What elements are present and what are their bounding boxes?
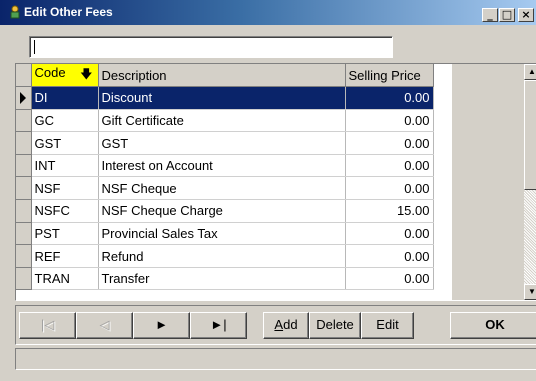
cell-selling-price[interactable]: 0.00 — [345, 131, 434, 155]
maximize-button[interactable]: □ — [499, 8, 515, 22]
table-row[interactable]: TRAN Transfer 0.00 — [16, 267, 434, 291]
row-indicator[interactable] — [16, 86, 32, 110]
cell-selling-price[interactable]: 0.00 — [345, 222, 434, 246]
row-indicator[interactable] — [16, 222, 32, 246]
row-indicator[interactable] — [16, 244, 32, 268]
table-row[interactable]: NSFC NSF Cheque Charge 15.00 — [16, 199, 434, 223]
column-header-description[interactable]: Description — [98, 64, 346, 88]
table-row[interactable]: DI Discount 0.00 — [16, 86, 434, 110]
cell-selling-price[interactable]: 0.00 — [345, 244, 434, 268]
cell-selling-price[interactable]: 0.00 — [345, 86, 434, 110]
row-indicator[interactable] — [16, 154, 32, 178]
table-row[interactable]: REF Refund 0.00 — [16, 244, 434, 268]
app-icon — [10, 5, 20, 19]
edit-button[interactable]: Edit — [361, 312, 414, 339]
cell-description[interactable]: Transfer — [98, 267, 346, 291]
cell-description[interactable]: GST — [98, 131, 346, 155]
row-indicator-header — [16, 64, 32, 88]
table-row[interactable]: GST GST 0.00 — [16, 131, 434, 155]
next-record-button[interactable]: ► — [133, 312, 190, 339]
last-record-button[interactable]: ►| — [190, 312, 247, 339]
add-button[interactable]: Add — [263, 312, 309, 339]
table-header-row: Code 🡇 Description Selling Price — [16, 64, 434, 88]
cell-description[interactable]: NSF Cheque Charge — [98, 199, 346, 223]
column-header-code-label: Code — [34, 64, 66, 80]
scroll-down-arrow-icon[interactable]: ▼ — [524, 284, 536, 300]
status-bar — [15, 348, 536, 370]
scroll-up-arrow-icon[interactable]: ▲ — [524, 64, 536, 80]
search-input[interactable] — [29, 36, 393, 58]
previous-record-button[interactable]: ◁ — [76, 312, 133, 339]
cell-code[interactable]: DI — [31, 86, 99, 110]
minimize-button[interactable]: _ — [482, 8, 498, 22]
text-caret — [34, 40, 35, 54]
cell-selling-price[interactable]: 0.00 — [345, 109, 434, 133]
cell-code[interactable]: INT — [31, 154, 99, 178]
add-mnemonic: A — [274, 317, 284, 332]
next-record-icon: ► — [155, 317, 168, 332]
cell-description[interactable]: Discount — [98, 86, 346, 110]
cell-code[interactable]: NSFC — [31, 199, 99, 223]
column-header-code[interactable]: Code 🡇 — [31, 64, 99, 88]
fees-grid[interactable]: Code 🡇 Description Selling Price DI Disco… — [15, 63, 536, 301]
window-title: Edit Other Fees — [24, 5, 113, 19]
last-record-icon: ►| — [210, 317, 227, 332]
cell-description[interactable]: Refund — [98, 244, 346, 268]
row-indicator[interactable] — [16, 109, 32, 133]
cell-code[interactable]: GST — [31, 131, 99, 155]
scroll-thumb[interactable] — [524, 80, 536, 190]
row-indicator[interactable] — [16, 176, 32, 201]
current-row-arrow-icon — [20, 92, 26, 105]
title-bar: Edit Other Fees _ □ × — [0, 0, 536, 25]
first-record-icon: |◁ — [40, 317, 55, 332]
add-label-rest: dd — [283, 317, 298, 332]
sort-down-arrow-icon: 🡇 — [80, 66, 93, 81]
cell-description[interactable]: Interest on Account — [98, 154, 346, 178]
row-indicator[interactable] — [16, 131, 32, 155]
cell-description[interactable]: NSF Cheque — [98, 176, 346, 201]
previous-record-icon: ◁ — [99, 317, 110, 332]
cell-selling-price[interactable]: 0.00 — [345, 176, 434, 201]
table-row[interactable]: NSF NSF Cheque 0.00 — [16, 176, 434, 201]
table-row[interactable]: PST Provincial Sales Tax 0.00 — [16, 222, 434, 246]
cell-code[interactable]: TRAN — [31, 267, 99, 291]
row-indicator[interactable] — [16, 267, 32, 291]
delete-button[interactable]: Delete — [309, 312, 361, 339]
table-row[interactable]: GC Gift Certificate 0.00 — [16, 109, 434, 133]
grid-empty-area — [452, 64, 524, 300]
cell-selling-price[interactable]: 15.00 — [345, 199, 434, 223]
fees-table: Code 🡇 Description Selling Price DI Disco… — [16, 64, 434, 291]
cell-selling-price[interactable]: 0.00 — [345, 154, 434, 178]
row-indicator[interactable] — [16, 199, 32, 223]
cell-description[interactable]: Gift Certificate — [98, 109, 346, 133]
cell-code[interactable]: REF — [31, 244, 99, 268]
first-record-button[interactable]: |◁ — [19, 312, 76, 339]
ok-button[interactable]: OK — [450, 312, 536, 339]
cell-selling-price[interactable]: 0.00 — [345, 267, 434, 291]
close-button[interactable]: × — [518, 8, 534, 22]
cell-code[interactable]: NSF — [31, 176, 99, 201]
cell-code[interactable]: GC — [31, 109, 99, 133]
table-row[interactable]: INT Interest on Account 0.00 — [16, 154, 434, 178]
vertical-scrollbar[interactable]: ▲ ▼ — [524, 64, 536, 300]
column-header-selling-price[interactable]: Selling Price — [345, 64, 434, 88]
navigation-bar: |◁ ◁ ► ►| Add Delete Edit OK — [15, 305, 536, 345]
cell-code[interactable]: PST — [31, 222, 99, 246]
cell-description[interactable]: Provincial Sales Tax — [98, 222, 346, 246]
